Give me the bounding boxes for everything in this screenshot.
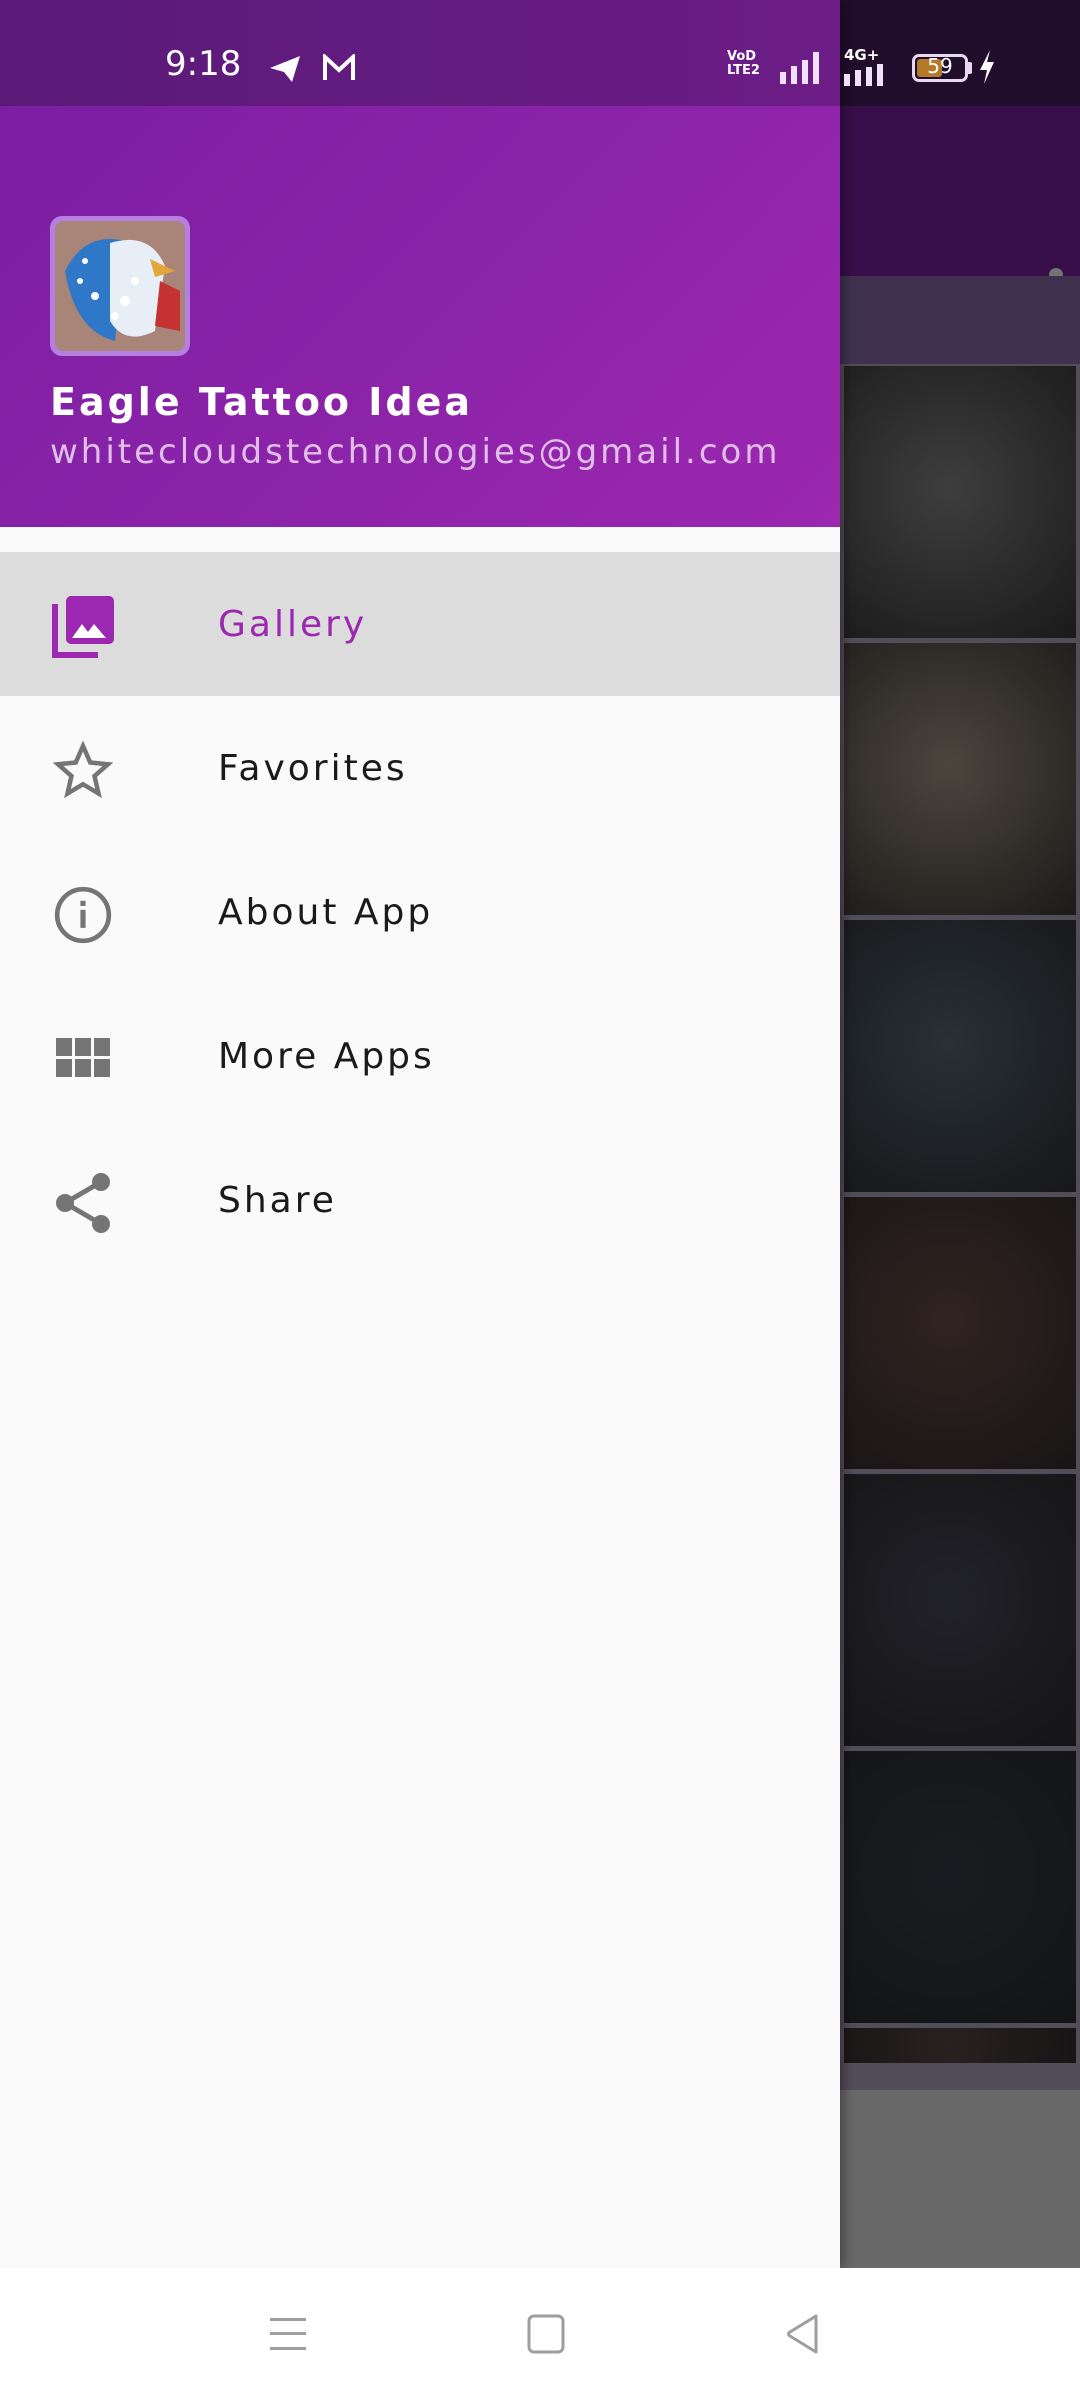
menu-item-share[interactable]: Share bbox=[0, 1128, 840, 1272]
menu-item-gallery[interactable]: Gallery bbox=[0, 552, 840, 696]
menu-item-more-apps[interactable]: More Apps bbox=[0, 984, 840, 1128]
4g-plus-icon: 4G+ bbox=[844, 46, 880, 64]
charging-icon bbox=[978, 50, 996, 88]
developer-email: whitecloudstechnologies@gmail.com bbox=[50, 432, 781, 472]
status-icons-right: VoD LTE2 4G+ 59 bbox=[720, 0, 1080, 106]
drawer-header: Eagle Tattoo Idea whitecloudstechnologie… bbox=[0, 106, 840, 527]
signal-sim2-icon bbox=[844, 54, 888, 90]
home-icon[interactable] bbox=[516, 2304, 576, 2364]
eagle-logo-image bbox=[55, 221, 185, 351]
share-icon bbox=[50, 1170, 116, 1236]
status-bar: 9:18 bbox=[0, 0, 840, 106]
back-icon[interactable] bbox=[774, 2304, 834, 2364]
volte-icon: VoD LTE2 bbox=[727, 50, 760, 78]
telegram-icon bbox=[268, 54, 302, 88]
app-name: Eagle Tattoo Idea bbox=[50, 380, 474, 424]
battery-icon: 59 bbox=[912, 54, 968, 82]
menu-item-label: About App bbox=[218, 891, 434, 933]
menu-item-label: Share bbox=[218, 1179, 337, 1221]
volte-label-top: VoD bbox=[727, 49, 757, 64]
photo-library-icon bbox=[50, 594, 116, 660]
recents-icon[interactable] bbox=[258, 2304, 318, 2364]
menu-item-favorites[interactable]: Favorites bbox=[0, 696, 840, 840]
menu-item-label: Favorites bbox=[218, 747, 408, 789]
volte-label-bottom: LTE2 bbox=[727, 63, 760, 78]
drawer-menu: Gallery Favorites About App More Apps Sh… bbox=[0, 552, 840, 1272]
clock: 9:18 bbox=[165, 44, 242, 84]
menu-item-label: Gallery bbox=[218, 603, 368, 645]
apps-grid-icon bbox=[50, 1026, 116, 1092]
navigation-drawer: 9:18 Eagle Tattoo Idea whitecloudstechno… bbox=[0, 0, 840, 2268]
star-outline-icon bbox=[50, 738, 116, 804]
info-icon bbox=[50, 882, 116, 948]
gmail-icon bbox=[322, 52, 356, 86]
menu-item-about-app[interactable]: About App bbox=[0, 840, 840, 984]
battery-nub bbox=[968, 62, 972, 74]
signal-sim1-icon bbox=[780, 52, 824, 88]
battery-percent: 59 bbox=[927, 54, 953, 78]
menu-item-label: More Apps bbox=[218, 1035, 435, 1077]
app-logo bbox=[50, 216, 190, 356]
system-navigation-bar bbox=[0, 2268, 1080, 2400]
